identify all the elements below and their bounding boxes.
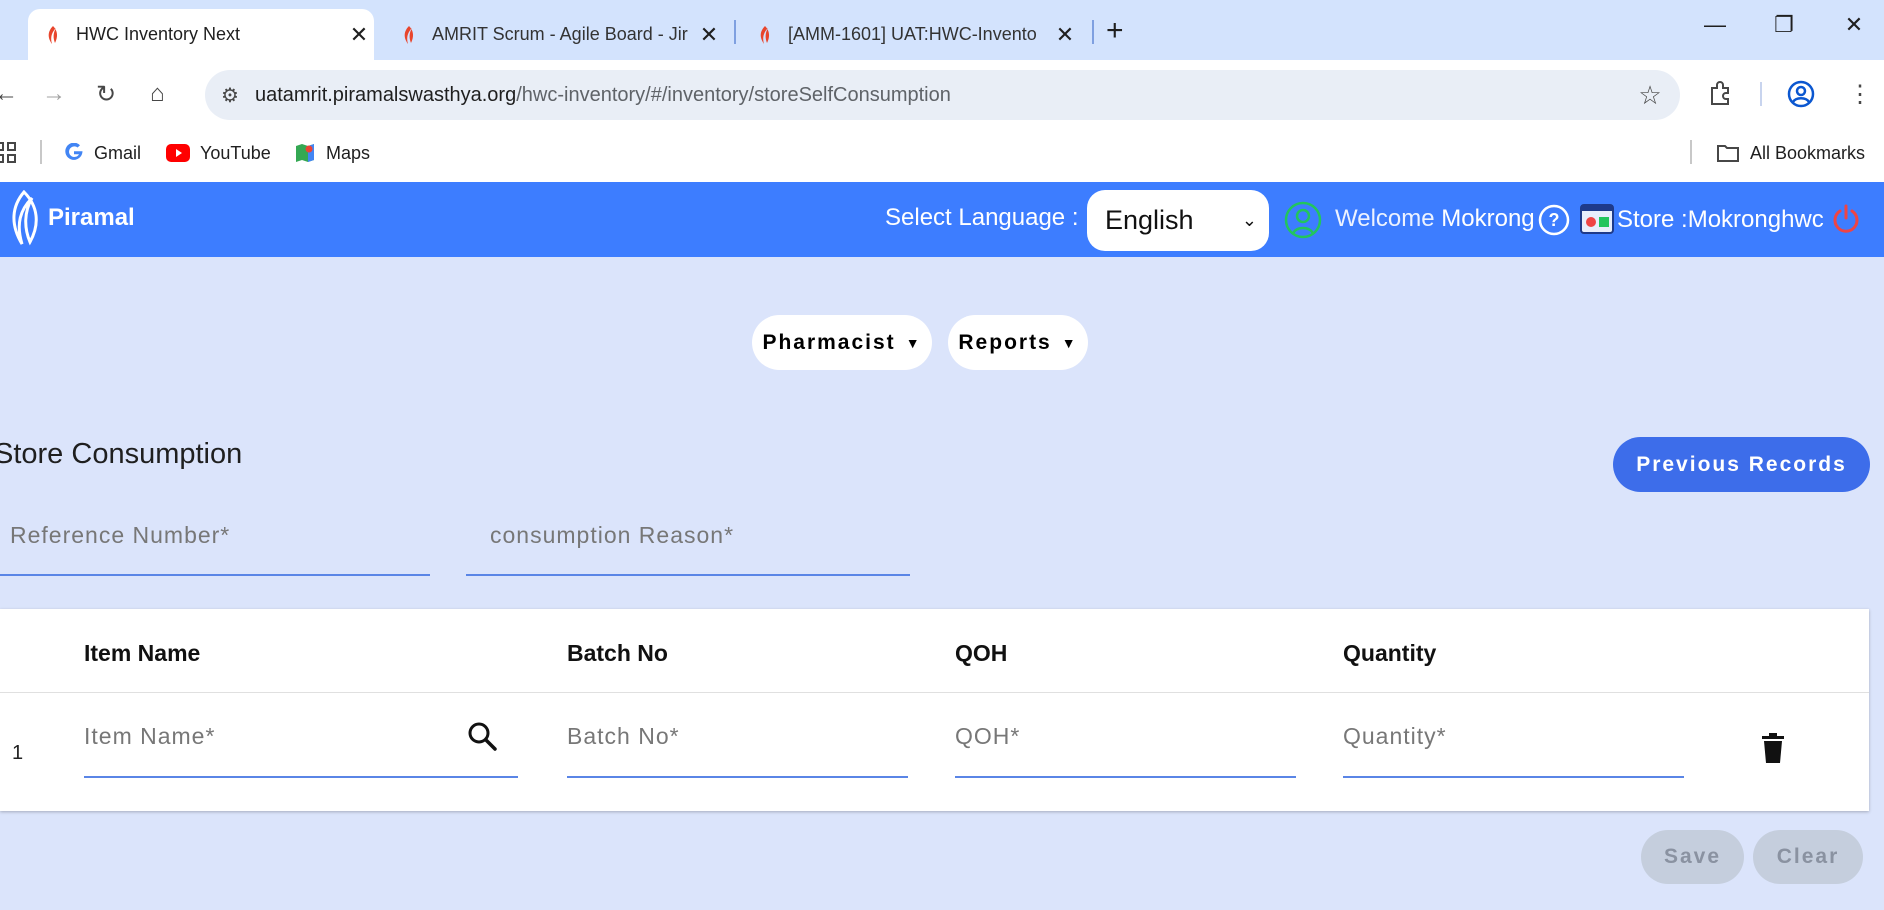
bookmark-gmail[interactable]: Gmail [64, 138, 141, 168]
table-divider [0, 692, 1869, 693]
extensions-icon[interactable] [1708, 80, 1734, 113]
previous-records-button[interactable]: Previous Records [1613, 437, 1870, 492]
help-icon[interactable]: ? [1538, 204, 1570, 241]
row-index: 1 [12, 742, 24, 764]
reload-icon[interactable]: ↻ [96, 80, 116, 109]
save-button[interactable]: Save [1641, 830, 1744, 884]
gmail-icon [64, 143, 84, 163]
qoh-placeholder: QOH* [955, 723, 1021, 749]
bookmarks-separator [40, 140, 42, 164]
piramal-favicon-icon [398, 24, 420, 46]
tab-hwc-inventory[interactable]: HWC Inventory Next ✕ [28, 9, 374, 60]
store-label: Store : [1617, 206, 1688, 233]
all-bookmarks[interactable]: All Bookmarks [1716, 138, 1865, 168]
browser-menu-icon[interactable]: ⋮ [1848, 80, 1872, 109]
piramal-logo[interactable]: Piramal [6, 190, 135, 246]
restore-icon[interactable]: ❐ [1764, 12, 1804, 38]
column-header-batch-no: Batch No [567, 640, 668, 666]
store-info: Store :Mokronghwc [1617, 206, 1824, 234]
tab-agile-board[interactable]: AMRIT Scrum - Agile Board - Jir ✕ [384, 9, 724, 60]
bookmarks-separator [1690, 140, 1692, 164]
item-name-placeholder: Item Name* [84, 723, 216, 749]
folder-icon [1716, 143, 1740, 163]
browser-tab-strip: HWC Inventory Next ✕ AMRIT Scrum - Agile… [0, 0, 1884, 60]
piramal-logo-icon [12, 190, 38, 246]
tab-title: AMRIT Scrum - Agile Board - Jir [432, 24, 688, 44]
youtube-icon [166, 144, 190, 162]
caret-down-icon: ▼ [905, 334, 922, 351]
pharmacist-label: Pharmacist [762, 330, 896, 354]
caret-down-icon: ▼ [1061, 334, 1078, 351]
quantity-placeholder: Quantity* [1343, 723, 1447, 749]
bookmark-maps[interactable]: Maps [294, 138, 370, 168]
column-header-quantity: Quantity [1343, 640, 1437, 666]
toolbar-separator [1760, 82, 1762, 106]
minimize-icon[interactable]: — [1695, 12, 1735, 38]
pharmacist-menu-button[interactable]: Pharmacist ▼ [752, 315, 932, 370]
language-select[interactable]: English ⌄ [1087, 190, 1269, 251]
consumption-table [0, 609, 1869, 811]
apps-grid-icon[interactable] [0, 138, 18, 168]
all-bookmarks-label: All Bookmarks [1750, 142, 1866, 163]
close-tab-icon[interactable]: ✕ [1050, 22, 1080, 48]
reports-label: Reports [958, 330, 1052, 354]
bookmark-youtube[interactable]: YouTube [166, 138, 271, 168]
home-icon[interactable]: ⌂ [150, 80, 165, 108]
welcome-label: Welcome [1335, 205, 1435, 232]
batch-no-placeholder: Batch No* [567, 723, 680, 749]
close-tab-icon[interactable]: ✕ [694, 22, 724, 48]
batch-no-input[interactable]: Batch No* [567, 712, 908, 778]
site-info-icon[interactable]: ⚙ [205, 83, 255, 108]
tab-title: [AMM-1601] UAT:HWC-Invento [788, 24, 1037, 44]
tab-amm-1601[interactable]: [AMM-1601] UAT:HWC-Invento ✕ [740, 9, 1080, 60]
bookmark-label: YouTube [200, 142, 271, 163]
column-header-item-name: Item Name [84, 640, 201, 666]
search-icon[interactable] [466, 720, 498, 757]
new-tab-icon[interactable]: + [1106, 14, 1124, 48]
bookmark-label: Gmail [94, 142, 142, 163]
tab-separator [734, 20, 736, 44]
chevron-down-icon: ⌄ [1241, 210, 1257, 230]
logo-text: Piramal [48, 204, 135, 231]
language-label: Select Language : [885, 204, 1079, 231]
reference-number-placeholder: Reference Number* [10, 522, 231, 548]
reports-menu-button[interactable]: Reports ▼ [948, 315, 1088, 370]
svg-text:?: ? [1549, 210, 1560, 230]
quantity-input[interactable]: Quantity* [1343, 712, 1684, 778]
logout-power-icon[interactable] [1830, 203, 1862, 240]
piramal-favicon-icon [42, 24, 64, 46]
consumption-reason-input[interactable]: consumption Reason* [466, 512, 910, 576]
qoh-input[interactable]: QOH* [955, 712, 1296, 778]
maps-icon [294, 142, 316, 164]
store-icon [1580, 204, 1614, 239]
column-header-qoh: QOH [955, 640, 1008, 666]
piramal-favicon-icon [754, 24, 776, 46]
welcome-text: Welcome Mokrong [1335, 205, 1535, 233]
tab-title: HWC Inventory Next [76, 24, 241, 44]
close-window-icon[interactable]: ✕ [1834, 12, 1874, 38]
page-title: Store Consumption [0, 438, 243, 470]
close-tab-icon[interactable]: ✕ [344, 22, 374, 48]
clear-button[interactable]: Clear [1753, 830, 1863, 884]
item-name-input[interactable]: Item Name* [84, 712, 518, 778]
tab-separator [1092, 20, 1094, 44]
back-icon[interactable]: ← [0, 80, 18, 108]
consumption-reason-placeholder: consumption Reason* [490, 522, 735, 548]
bookmark-label: Maps [326, 142, 371, 163]
bookmark-star-icon[interactable]: ☆ [1620, 80, 1680, 111]
reference-number-input[interactable]: Reference Number* [0, 512, 430, 576]
url-host: uatamrit.piramalswasthya.org [255, 83, 517, 106]
url-text[interactable]: uatamrit.piramalswasthya.org/hwc-invento… [255, 84, 1620, 107]
profile-icon[interactable] [1787, 80, 1815, 115]
bookmarks-bar [0, 130, 1884, 182]
language-value: English [1105, 205, 1194, 235]
store-name: Mokronghwc [1687, 206, 1824, 233]
user-name: Mokrong [1441, 205, 1535, 232]
delete-row-trash-icon[interactable] [1760, 732, 1786, 769]
forward-icon[interactable]: → [42, 80, 66, 108]
user-icon [1284, 201, 1322, 244]
url-path: /hwc-inventory/#/inventory/storeSelfCons… [516, 83, 951, 106]
address-bar[interactable]: ⚙ uatamrit.piramalswasthya.org/hwc-inven… [205, 70, 1680, 120]
